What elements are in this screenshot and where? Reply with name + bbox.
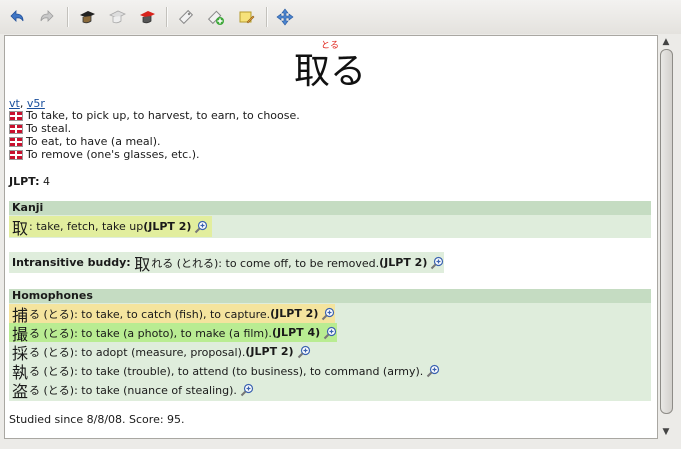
note-icon <box>239 11 255 24</box>
tag-button[interactable] <box>175 6 197 28</box>
zoom-icon[interactable] <box>194 220 208 234</box>
mortarboard-icon <box>80 11 95 24</box>
homophone-jlpt: (JLPT 4) <box>271 326 321 339</box>
graduation-button[interactable] <box>76 6 98 28</box>
sense-item: To remove (one's glasses, etc.). <box>9 148 300 161</box>
toolbar-separator <box>266 7 268 27</box>
uk-flag-icon <box>9 123 23 134</box>
zoom-icon[interactable] <box>321 307 335 321</box>
tag-icon <box>178 9 194 25</box>
kanji-header: Kanji <box>9 201 651 215</box>
buddy-label: Intransitive buddy: <box>12 256 131 269</box>
homophone-jlpt: (JLPT 2) <box>245 345 294 358</box>
uk-flag-icon <box>9 136 23 147</box>
homophone-text: る (とる): to take (trouble), to attend (to… <box>29 364 424 378</box>
homophone-text: る (とる): to take, to catch (fish), to cap… <box>29 307 271 321</box>
sense-item: To eat, to have (a meal). <box>9 135 300 148</box>
intransitive-buddy[interactable]: Intransitive buddy: 取れる (とれる): to come o… <box>9 252 444 274</box>
sense-text: To take, to pick up, to harvest, to earn… <box>26 109 300 122</box>
toolbar <box>0 0 681 34</box>
tag-add-icon <box>207 10 224 25</box>
homophone-kanji: 盗 <box>12 381 29 401</box>
mortarboard-disabled-button[interactable] <box>106 6 128 28</box>
back-button[interactable] <box>6 6 28 28</box>
forward-arrow-icon <box>40 10 54 22</box>
study-status: Studied since 8/8/08. Score: 95. <box>9 413 185 426</box>
homophone-row[interactable]: 盗る (とる): to take (nuance of stealing). <box>9 380 254 401</box>
sense-list: To take, to pick up, to harvest, to earn… <box>9 109 300 161</box>
entry-view: とる 取る vt, v5r To take, to pick up, to ha… <box>4 35 658 439</box>
kanji-meaning: : take, fetch, take up <box>29 220 144 233</box>
toolbar-separator <box>166 7 168 27</box>
uk-flag-icon <box>9 149 23 160</box>
mortarboard-outline-icon <box>109 10 126 24</box>
homophone-row[interactable]: 執る (とる): to take (trouble), to attend (t… <box>9 361 440 382</box>
homophone-jlpt: (JLPT 2) <box>270 307 319 320</box>
sense-item: To take, to pick up, to harvest, to earn… <box>9 109 300 122</box>
move-icon <box>276 8 294 26</box>
sense-text: To remove (one's glasses, etc.). <box>26 148 200 161</box>
kanji-jlpt: (JLPT 2) <box>143 220 192 233</box>
jlpt-level: JLPT: 4 <box>9 175 50 188</box>
homophone-row[interactable]: 撮る (とる): to take (a photo), to make (a f… <box>9 323 338 344</box>
zoom-icon[interactable] <box>430 256 444 270</box>
forward-button[interactable] <box>36 6 58 28</box>
jlpt-label: JLPT: <box>9 175 40 188</box>
buddy-kanji: 取 <box>134 254 151 274</box>
homophones-section: Homophones 捕る (とる): to take, to catch (f… <box>9 289 651 401</box>
homophones-header: Homophones <box>9 289 651 303</box>
zoom-icon[interactable] <box>297 345 311 359</box>
kanji-row[interactable]: 取 : take, fetch, take up (JLPT 2) <box>9 215 212 239</box>
zoom-icon[interactable] <box>240 383 254 397</box>
zoom-icon[interactable] <box>323 326 337 340</box>
homophone-row[interactable]: 採る (とる): to adopt (measure, proposal). (… <box>9 342 311 363</box>
sense-item: To steal. <box>9 122 300 135</box>
kanji-char[interactable]: 取 <box>12 215 28 239</box>
sense-text: To eat, to have (a meal). <box>26 135 161 148</box>
scroll-down-arrow-icon[interactable]: ▼ <box>657 425 675 439</box>
homophone-text: る (とる): to take (nuance of stealing). <box>29 383 237 397</box>
uk-flag-icon <box>9 110 23 121</box>
homophone-text: る (とる): to adopt (measure, proposal). <box>29 345 246 359</box>
scroll-up-arrow-icon[interactable]: ▲ <box>657 35 675 49</box>
homophone-text: る (とる): to take (a photo), to make (a fi… <box>29 326 272 340</box>
mortarboard-red-icon <box>140 11 155 24</box>
scrollbar-thumb[interactable] <box>660 49 673 414</box>
sense-text: To steal. <box>26 122 72 135</box>
kanji-section: Kanji 取 : take, fetch, take up (JLPT 2) <box>9 201 651 238</box>
study-red-button[interactable] <box>136 6 158 28</box>
back-arrow-icon <box>10 10 24 22</box>
buddy-jlpt: (JLPT 2) <box>379 256 428 269</box>
headword: 取る <box>294 51 367 92</box>
jlpt-value: 4 <box>42 175 50 188</box>
zoom-icon[interactable] <box>426 364 440 378</box>
add-tag-button[interactable] <box>205 6 227 28</box>
homophone-row[interactable]: 捕る (とる): to take, to catch (fish), to ca… <box>9 304 336 325</box>
move-button[interactable] <box>274 6 296 28</box>
note-button[interactable] <box>235 6 257 28</box>
toolbar-separator <box>67 7 69 27</box>
buddy-text: れる (とれる): to come off, to be removed. <box>151 256 380 270</box>
vertical-scrollbar[interactable]: ▲ ▼ <box>657 35 675 439</box>
